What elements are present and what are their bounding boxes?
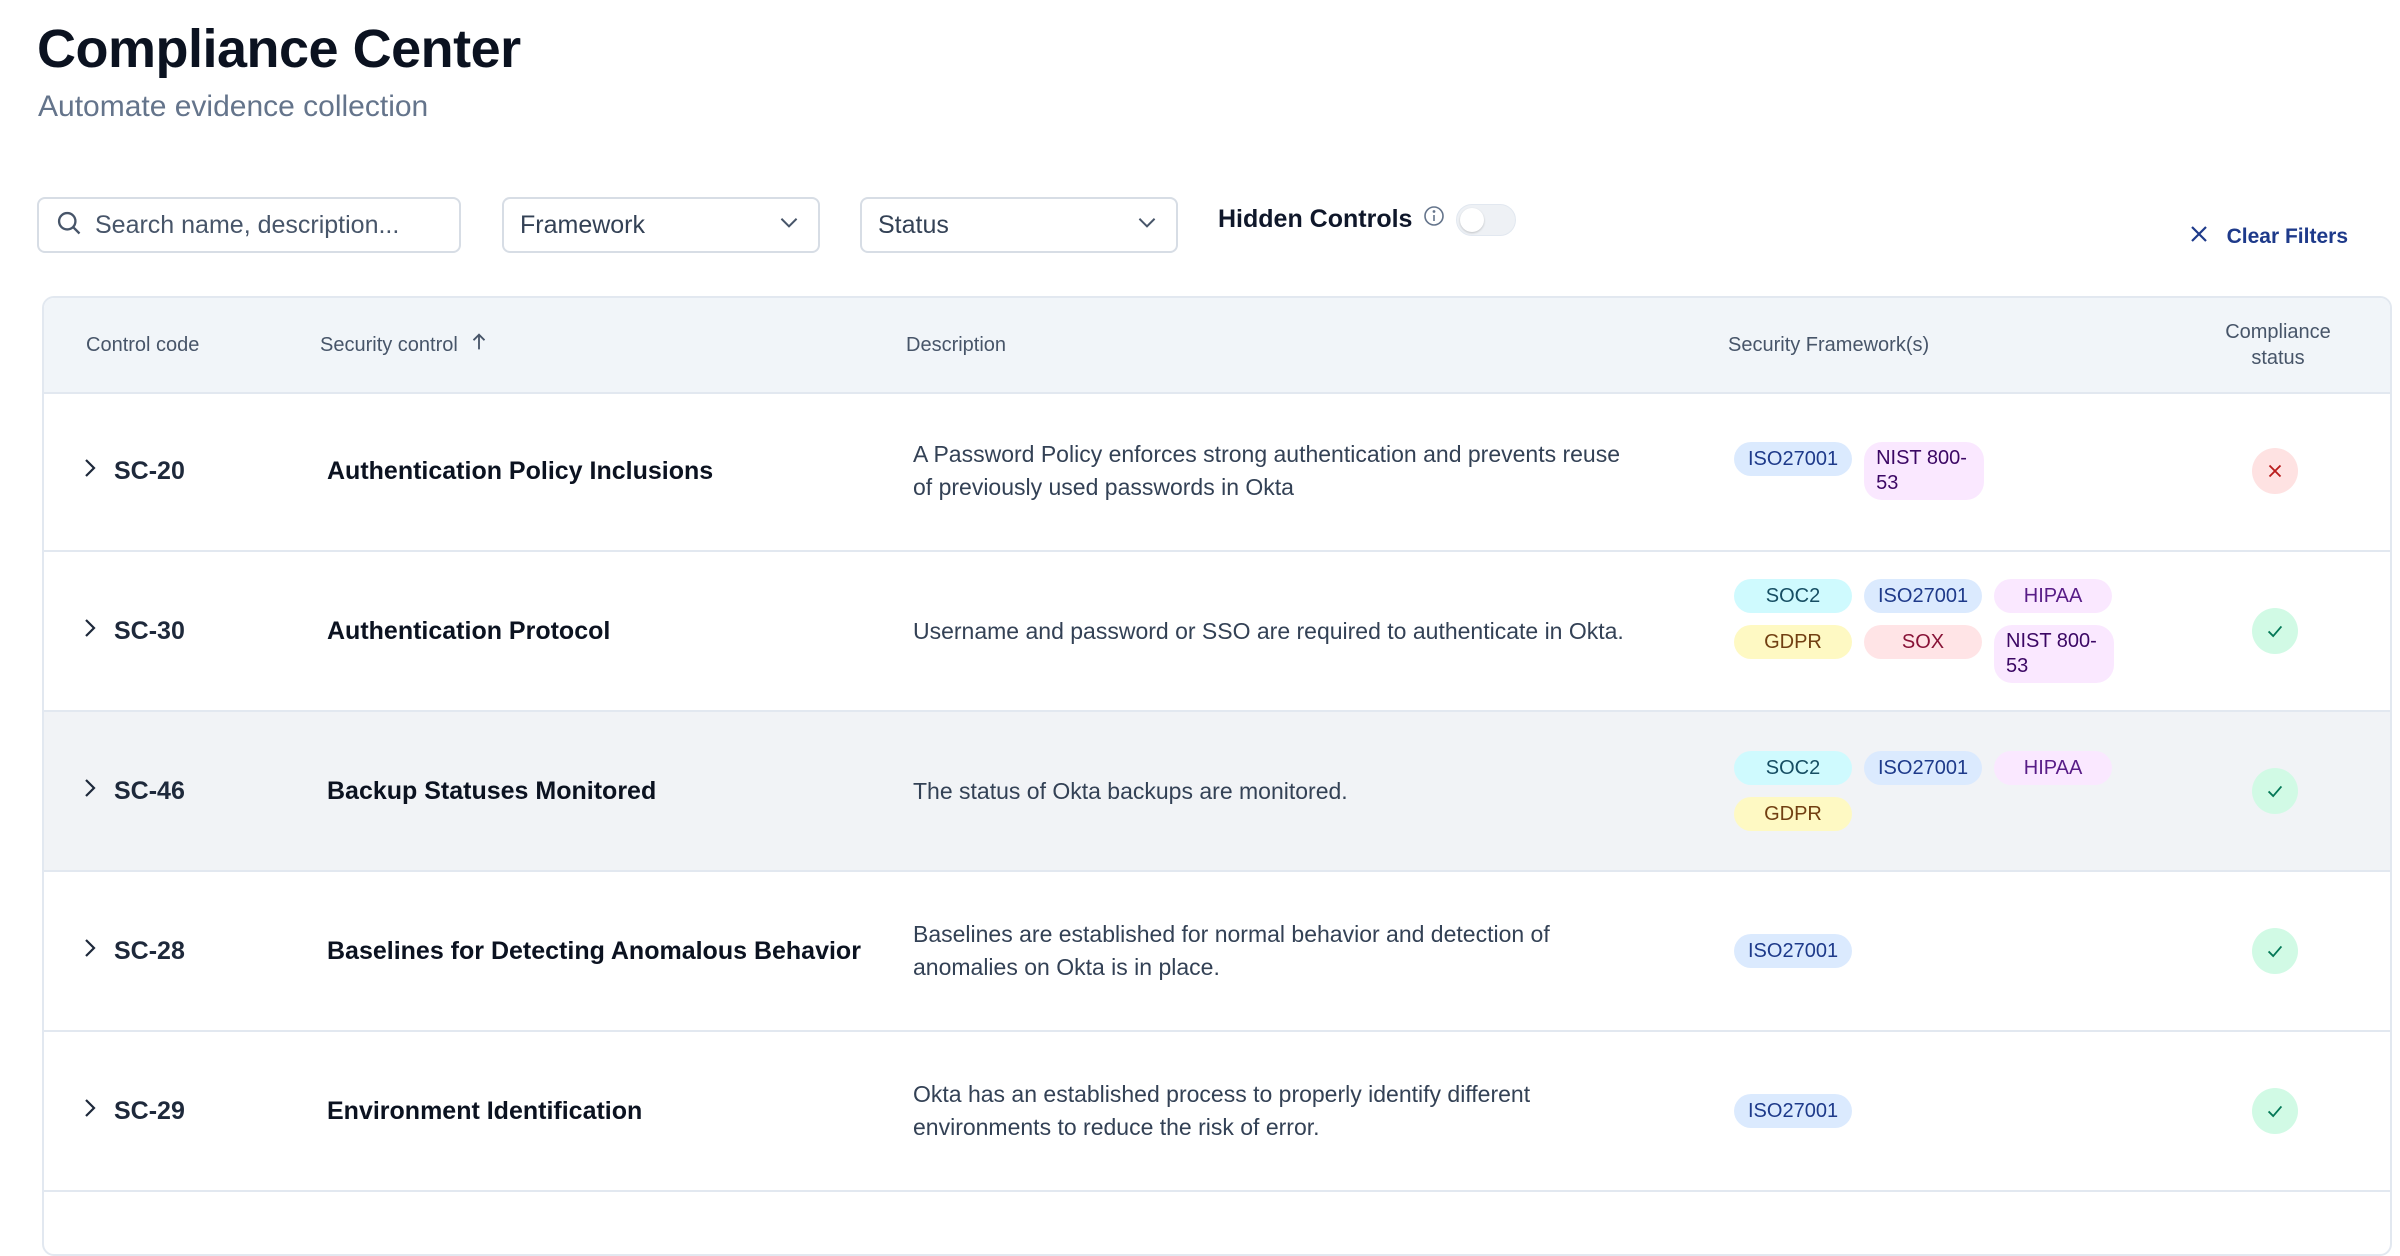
compliance-status-cell [2252, 552, 2298, 710]
check-icon [2252, 768, 2298, 814]
framework-tag: ISO27001 [1734, 934, 1853, 968]
hidden-controls-toggle[interactable] [1456, 204, 1516, 236]
table-header: Control code Security control Descriptio… [44, 298, 2390, 394]
framework-tag: SOC2 [1734, 579, 1852, 613]
framework-tag: NIST 800-53 [1864, 442, 1985, 500]
framework-tags: ISO27001 NIST 800-53 [1734, 392, 2154, 550]
chevron-right-icon[interactable] [78, 936, 102, 967]
compliance-status-cell [2252, 1032, 2298, 1190]
status-select-label: Status [878, 210, 949, 239]
check-icon [2252, 608, 2298, 654]
framework-tag: HIPAA [1994, 751, 2113, 785]
column-header-frameworks[interactable]: Security Framework(s) [1728, 298, 1929, 392]
framework-tag: GDPR [1734, 625, 1852, 659]
table-row[interactable]: SC-29 Environment Identification Okta ha… [44, 1032, 2390, 1192]
info-icon[interactable] [1422, 204, 1446, 235]
control-code-cell: SC-28 [78, 872, 185, 1030]
control-description: The status of Okta backups are monitored… [913, 777, 1348, 804]
controls-table: Control code Security control Descriptio… [42, 296, 2392, 1256]
table-row[interactable]: SC-30 Authentication Protocol Username a… [44, 552, 2390, 712]
chevron-right-icon[interactable] [78, 776, 102, 807]
column-header-description[interactable]: Description [906, 298, 1006, 392]
page-subtitle: Automate evidence collection [38, 90, 429, 123]
framework-tag: HIPAA [1994, 579, 2113, 613]
chevron-right-icon[interactable] [78, 456, 102, 487]
compliance-status-cell [2252, 872, 2298, 1030]
chevron-down-icon [1134, 209, 1160, 242]
chevron-right-icon[interactable] [78, 1096, 102, 1127]
control-code: SC-46 [114, 776, 185, 805]
framework-select-label: Framework [520, 210, 646, 239]
column-header-code[interactable]: Control code [86, 298, 199, 392]
control-code: SC-29 [114, 1096, 185, 1125]
framework-tag: NIST 800-53 [1994, 625, 2114, 683]
framework-tag: ISO27001 [1864, 751, 1983, 785]
check-icon [2252, 928, 2298, 974]
chevron-down-icon [776, 209, 802, 242]
control-name: Environment Identification [327, 1096, 643, 1125]
control-code: SC-20 [114, 456, 185, 485]
check-icon [2252, 1088, 2298, 1134]
control-description: Baselines are established for normal beh… [913, 921, 1550, 980]
search-input[interactable] [93, 209, 437, 241]
clear-filters-label: Clear Filters [2226, 225, 2348, 248]
framework-tags: ISO27001 [1734, 872, 2154, 1030]
table-row[interactable]: SC-46 Backup Statuses Monitored The stat… [44, 712, 2390, 872]
control-code-cell: SC-46 [78, 712, 185, 870]
framework-tags: ISO27001 [1734, 1032, 2154, 1190]
framework-select[interactable]: Framework [502, 197, 820, 253]
column-header-control[interactable]: Security control [320, 298, 490, 392]
close-icon [2187, 222, 2211, 252]
framework-tags: SOC2 ISO27001 HIPAA GDPR SOX NIST 800-53 [1734, 552, 2154, 710]
table-row[interactable]: SC-28 Baselines for Detecting Anomalous … [44, 872, 2390, 1032]
hidden-controls-label: Hidden Controls [1218, 204, 1446, 235]
toggle-knob [1460, 208, 1484, 232]
compliance-status-cell [2252, 712, 2298, 870]
table-row[interactable]: SC-20 Authentication Policy Inclusions A… [44, 392, 2390, 552]
control-description: Okta has an established process to prope… [913, 1081, 1531, 1140]
column-header-status[interactable]: Compliance status [2208, 298, 2348, 392]
control-description: A Password Policy enforces strong authen… [913, 441, 1621, 500]
control-name: Baselines for Detecting Anomalous Behavi… [327, 936, 861, 965]
framework-tag: ISO27001 [1734, 442, 1853, 476]
framework-tag: ISO27001 [1734, 1094, 1853, 1128]
clear-filters-button[interactable]: Clear Filters [2187, 222, 2348, 252]
compliance-status-cell [2252, 392, 2298, 550]
control-description: Username and password or SSO are require… [913, 617, 1624, 644]
framework-tag: ISO27001 [1864, 579, 1983, 613]
search-box[interactable] [37, 197, 461, 253]
framework-tags: SOC2 ISO27001 HIPAA GDPR [1734, 712, 2154, 870]
control-code: SC-28 [114, 936, 185, 965]
control-name: Backup Statuses Monitored [327, 776, 657, 805]
framework-tag: SOX [1864, 625, 1982, 659]
x-icon [2252, 448, 2298, 494]
page-title: Compliance Center [37, 19, 521, 79]
search-icon [55, 209, 83, 242]
framework-tag: SOC2 [1734, 751, 1852, 785]
column-header-control-label: Security control [320, 333, 458, 356]
control-name: Authentication Policy Inclusions [327, 456, 714, 485]
control-name: Authentication Protocol [327, 616, 611, 645]
hidden-controls-text: Hidden Controls [1218, 205, 1413, 233]
control-code-cell: SC-30 [78, 552, 185, 710]
control-code-cell: SC-20 [78, 392, 185, 550]
chevron-right-icon[interactable] [78, 616, 102, 647]
framework-tag: GDPR [1734, 797, 1852, 831]
control-code: SC-30 [114, 616, 185, 645]
status-select[interactable]: Status [860, 197, 1178, 253]
arrow-up-icon [468, 331, 490, 359]
control-code-cell: SC-29 [78, 1032, 185, 1190]
compliance-center-page: Compliance Center Automate evidence coll… [0, 0, 2400, 1256]
